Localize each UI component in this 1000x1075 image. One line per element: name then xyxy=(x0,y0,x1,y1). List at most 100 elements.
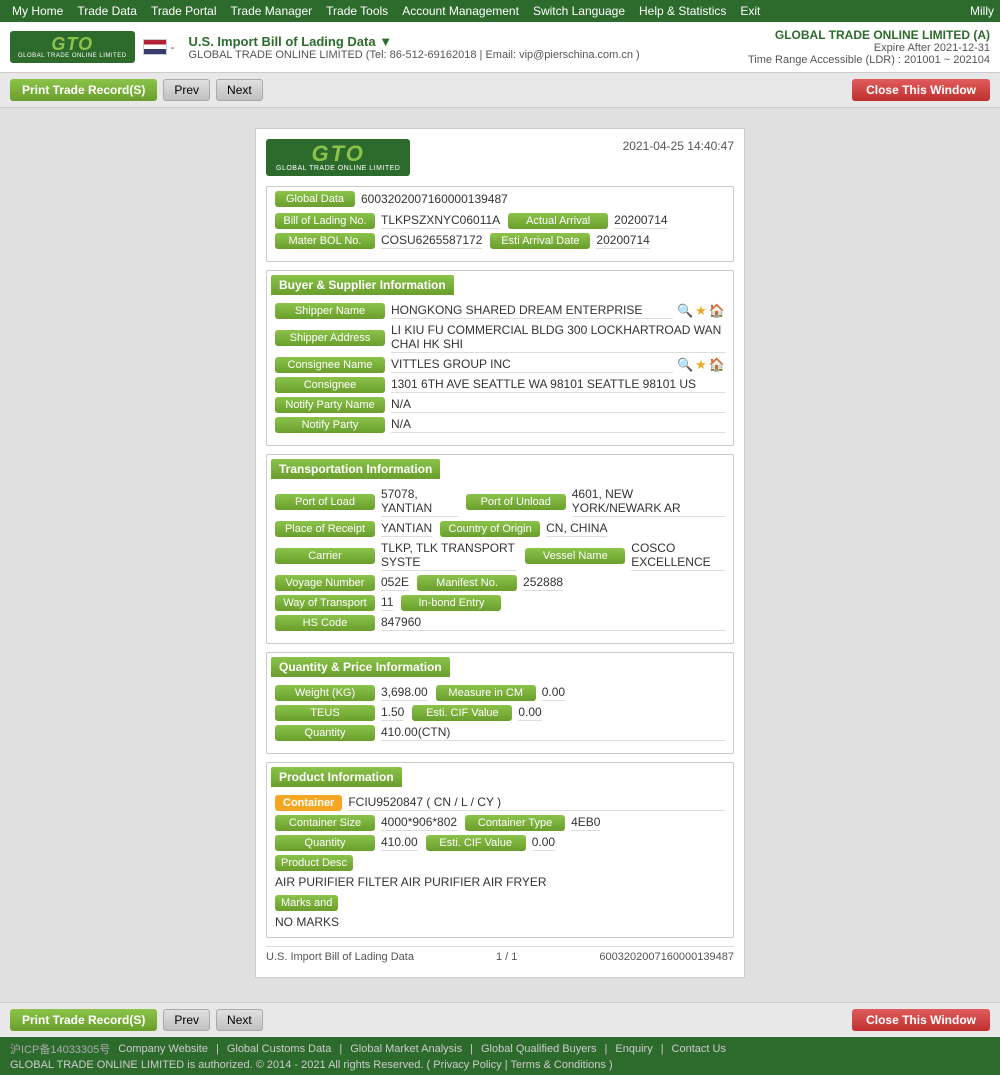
carrier-value: TLKP, TLK TRANSPORT SYSTE xyxy=(381,541,517,571)
quantity-label: Quantity xyxy=(275,725,375,741)
way-transport-field: Way of Transport 11 xyxy=(275,595,393,611)
bol-no-value: TLKPSZXNYC06011A xyxy=(381,213,500,229)
nav-switch-language[interactable]: Switch Language xyxy=(527,2,631,20)
consignee-name-field: Consignee Name VITTLES GROUP INC 🔍 ★ 🏠 xyxy=(275,357,725,373)
consignee-field: Consignee 1301 6TH AVE SEATTLE WA 98101 … xyxy=(275,377,725,393)
nav-trade-portal[interactable]: Trade Portal xyxy=(145,2,223,20)
manifest-field: Manifest No. 252888 xyxy=(417,575,563,591)
shipper-address-field: Shipper Address LI KIU FU COMMERCIAL BLD… xyxy=(275,323,725,353)
port-unload-value: 4601, NEW YORK/NEWARK AR xyxy=(572,487,725,517)
port-row: Port of Load 57078, YANTIAN Port of Unlo… xyxy=(275,487,725,521)
product-section: Product Information Container FCIU952084… xyxy=(266,762,734,938)
next-button-bottom[interactable]: Next xyxy=(216,1009,263,1031)
footer-sep5: | xyxy=(661,1043,664,1055)
container-value: FCIU9520847 ( CN / L / CY ) xyxy=(348,795,725,811)
product-desc-label: Product Desc xyxy=(275,855,353,871)
footer-sep4: | xyxy=(605,1043,608,1055)
in-bond-field: In-bond Entry xyxy=(401,595,507,611)
nav-trade-tools[interactable]: Trade Tools xyxy=(320,2,394,20)
print-button-top[interactable]: Print Trade Record(S) xyxy=(10,79,157,101)
close-button-bottom[interactable]: Close This Window xyxy=(852,1009,990,1031)
search-icon-consignee[interactable]: 🔍 xyxy=(677,357,693,373)
doc-logo-gto: GTO xyxy=(312,143,365,165)
footer-link-company[interactable]: Company Website xyxy=(118,1043,208,1055)
port-load-field: Port of Load 57078, YANTIAN xyxy=(275,487,458,517)
quantity-section: Quantity & Price Information Weight (KG)… xyxy=(266,652,734,754)
close-button-top[interactable]: Close This Window xyxy=(852,79,990,101)
footer-privacy[interactable]: ( xyxy=(427,1059,431,1071)
prev-button-top[interactable]: Prev xyxy=(163,79,210,101)
esti-arrival-value: 20200714 xyxy=(596,233,649,249)
nav-account-management[interactable]: Account Management xyxy=(396,2,525,20)
esti-arrival-field: Esti Arrival Date 20200714 xyxy=(490,233,649,249)
logo-sub-text: GLOBAL TRADE ONLINE LIMITED xyxy=(18,53,127,59)
voyage-manifest-row: Voyage Number 052E Manifest No. 252888 xyxy=(275,575,725,595)
port-unload-label: Port of Unload xyxy=(466,494,566,510)
prod-cif-value: 0.00 xyxy=(532,835,555,851)
doc-footer: U.S. Import Bill of Lading Data 1 / 1 60… xyxy=(266,946,734,967)
quantity-value: 410.00(CTN) xyxy=(381,725,725,741)
place-receipt-label: Place of Receipt xyxy=(275,521,375,537)
header-bar: GTO GLOBAL TRADE ONLINE LIMITED - U.S. I… xyxy=(0,22,1000,73)
bottom-toolbar: Print Trade Record(S) Prev Next Close Th… xyxy=(0,1002,1000,1037)
footer-privacy-link[interactable]: Privacy Policy xyxy=(433,1059,501,1071)
esti-cif-value: 0.00 xyxy=(518,705,541,721)
star-icon-consignee[interactable]: ★ xyxy=(695,357,707,373)
manifest-label: Manifest No. xyxy=(417,575,517,591)
footer-link-enquiry[interactable]: Enquiry xyxy=(615,1043,652,1055)
master-bol-field: Mater BOL No. COSU6265587172 xyxy=(275,233,482,249)
footer-link-customs[interactable]: Global Customs Data xyxy=(227,1043,332,1055)
measure-field: Measure in CM 0.00 xyxy=(436,685,565,701)
carrier-label: Carrier xyxy=(275,548,375,564)
transport-bond-row: Way of Transport 11 In-bond Entry xyxy=(275,595,725,615)
footer-terms-link[interactable]: Terms & Conditions xyxy=(511,1059,606,1071)
marks-value: NO MARKS xyxy=(275,915,725,929)
quantity-header: Quantity & Price Information xyxy=(271,657,450,677)
container-type-value: 4EB0 xyxy=(571,815,600,831)
notify-party-field: Notify Party N/A xyxy=(275,417,725,433)
product-desc-value: AIR PURIFIER FILTER AIR PURIFIER AIR FRY… xyxy=(275,875,725,889)
esti-arrival-label: Esti Arrival Date xyxy=(490,233,590,249)
footer-link-contact[interactable]: Contact Us xyxy=(672,1043,726,1055)
nav-trade-manager[interactable]: Trade Manager xyxy=(225,2,319,20)
footer-link-market[interactable]: Global Market Analysis xyxy=(350,1043,462,1055)
nav-help-statistics[interactable]: Help & Statistics xyxy=(633,2,732,20)
nav-exit[interactable]: Exit xyxy=(734,2,766,20)
manifest-value: 252888 xyxy=(523,575,563,591)
footer-copyright-row: GLOBAL TRADE ONLINE LIMITED is authorize… xyxy=(10,1059,990,1071)
main-document: GTO GLOBAL TRADE ONLINE LIMITED 2021-04-… xyxy=(255,128,745,978)
global-data-label: Global Data xyxy=(275,191,355,207)
footer-link-buyers[interactable]: Global Qualified Buyers xyxy=(481,1043,597,1055)
container-field: Container FCIU9520847 ( CN / L / CY ) xyxy=(275,795,725,811)
master-bol-label: Mater BOL No. xyxy=(275,233,375,249)
next-button-top[interactable]: Next xyxy=(216,79,263,101)
nav-my-home[interactable]: My Home xyxy=(6,2,69,20)
bol-row: Bill of Lading No. TLKPSZXNYC06011A Actu… xyxy=(275,213,725,233)
prev-button-bottom[interactable]: Prev xyxy=(163,1009,210,1031)
nav-trade-data[interactable]: Trade Data xyxy=(71,2,143,20)
consignee-name-value: VITTLES GROUP INC xyxy=(391,357,673,373)
country-origin-value: CN, CHINA xyxy=(546,521,607,537)
footer-close-paren: ) xyxy=(609,1059,613,1071)
doc-header: GTO GLOBAL TRADE ONLINE LIMITED 2021-04-… xyxy=(266,139,734,176)
home-icon-shipper[interactable]: 🏠 xyxy=(709,303,725,319)
container-size-field: Container Size 4000*906*802 xyxy=(275,815,457,831)
expire-info: Expire After 2021-12-31 xyxy=(748,42,990,54)
time-range: Time Range Accessible (LDR) : 201001 ~ 2… xyxy=(748,54,990,66)
print-button-bottom[interactable]: Print Trade Record(S) xyxy=(10,1009,157,1031)
bol-no-label: Bill of Lading No. xyxy=(275,213,375,229)
bol-no-field: Bill of Lading No. TLKPSZXNYC06011A xyxy=(275,213,500,229)
footer-sep3: | xyxy=(470,1043,473,1055)
header-right: GLOBAL TRADE ONLINE LIMITED (A) Expire A… xyxy=(748,28,990,66)
prod-cif-field: Esti. CIF Value 0.00 xyxy=(426,835,555,851)
actual-arrival-value: 20200714 xyxy=(614,213,667,229)
product-desc-area: Product Desc AIR PURIFIER FILTER AIR PUR… xyxy=(275,855,725,889)
master-bol-value: COSU6265587172 xyxy=(381,233,482,249)
port-load-label: Port of Load xyxy=(275,494,375,510)
home-icon-consignee[interactable]: 🏠 xyxy=(709,357,725,373)
esti-cif-field: Esti. CIF Value 0.00 xyxy=(412,705,541,721)
search-icon-shipper[interactable]: 🔍 xyxy=(677,303,693,319)
nav-user: Milly xyxy=(970,4,994,18)
country-origin-label: Country of Origin xyxy=(440,521,540,537)
star-icon-shipper[interactable]: ★ xyxy=(695,303,707,319)
